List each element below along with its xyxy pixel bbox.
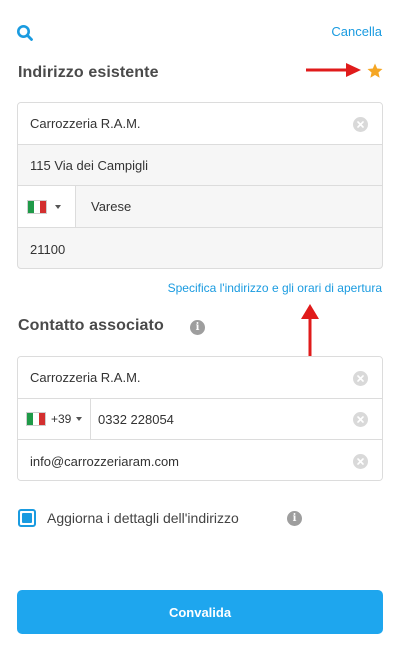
contact-name-value: Carrozzeria R.A.M. xyxy=(30,370,141,385)
phone-field: +39 0332 228054 xyxy=(18,399,382,440)
update-address-label[interactable]: Aggiorna i dettagli dell'indirizzo xyxy=(47,510,239,526)
company-field[interactable]: Carrozzeria R.A.M. xyxy=(18,103,382,145)
postal-code-field[interactable]: 21100 xyxy=(18,228,382,268)
search-icon[interactable] xyxy=(16,24,34,42)
annotation-arrow-up xyxy=(301,304,319,357)
chevron-down-icon xyxy=(55,204,61,209)
email-value: info@carrozzeriaram.com xyxy=(30,453,180,469)
address-section-title: Indirizzo esistente xyxy=(18,64,159,81)
contact-name-field[interactable]: Carrozzeria R.A.M. xyxy=(18,357,382,399)
address-card: Carrozzeria R.A.M. 115 Via dei Campigli … xyxy=(17,102,383,269)
clear-icon[interactable] xyxy=(353,412,368,427)
postal-code-value: 21100 xyxy=(30,241,66,257)
country-select[interactable] xyxy=(18,186,76,227)
city-value[interactable]: Varese xyxy=(76,199,131,214)
phone-number-value[interactable]: 0332 228054 xyxy=(91,412,174,427)
clear-icon[interactable] xyxy=(353,370,368,386)
clear-icon[interactable] xyxy=(353,454,368,469)
phone-prefix: +39 xyxy=(51,412,72,426)
italy-flag-icon xyxy=(27,199,47,214)
annotation-arrow-right xyxy=(306,63,361,77)
italy-flag-icon xyxy=(26,412,46,426)
checkbox-checked-fill xyxy=(22,513,32,523)
info-icon[interactable]: i xyxy=(287,511,302,526)
country-city-row: Varese xyxy=(18,186,382,228)
company-value: Carrozzeria R.A.M. xyxy=(30,116,141,131)
phone-country-select[interactable]: +39 xyxy=(18,399,91,439)
specify-address-link[interactable]: Specifica l'indirizzo e gli orari di ape… xyxy=(168,281,382,295)
contact-card: Carrozzeria R.A.M. +39 0332 228054 info@… xyxy=(17,356,383,481)
chevron-down-icon xyxy=(76,417,83,421)
email-field[interactable]: info@carrozzeriaram.com xyxy=(18,440,382,480)
star-icon[interactable] xyxy=(366,62,384,80)
info-icon[interactable]: i xyxy=(190,320,205,335)
clear-icon[interactable] xyxy=(353,116,368,132)
validate-button[interactable]: Convalida xyxy=(17,590,383,634)
street-field[interactable]: 115 Via dei Campigli xyxy=(18,145,382,186)
contact-section-title: Contatto associato xyxy=(18,317,164,334)
cancel-link[interactable]: Cancella xyxy=(331,24,382,39)
street-value: 115 Via dei Campigli xyxy=(30,157,149,173)
update-address-checkbox[interactable] xyxy=(18,509,36,527)
